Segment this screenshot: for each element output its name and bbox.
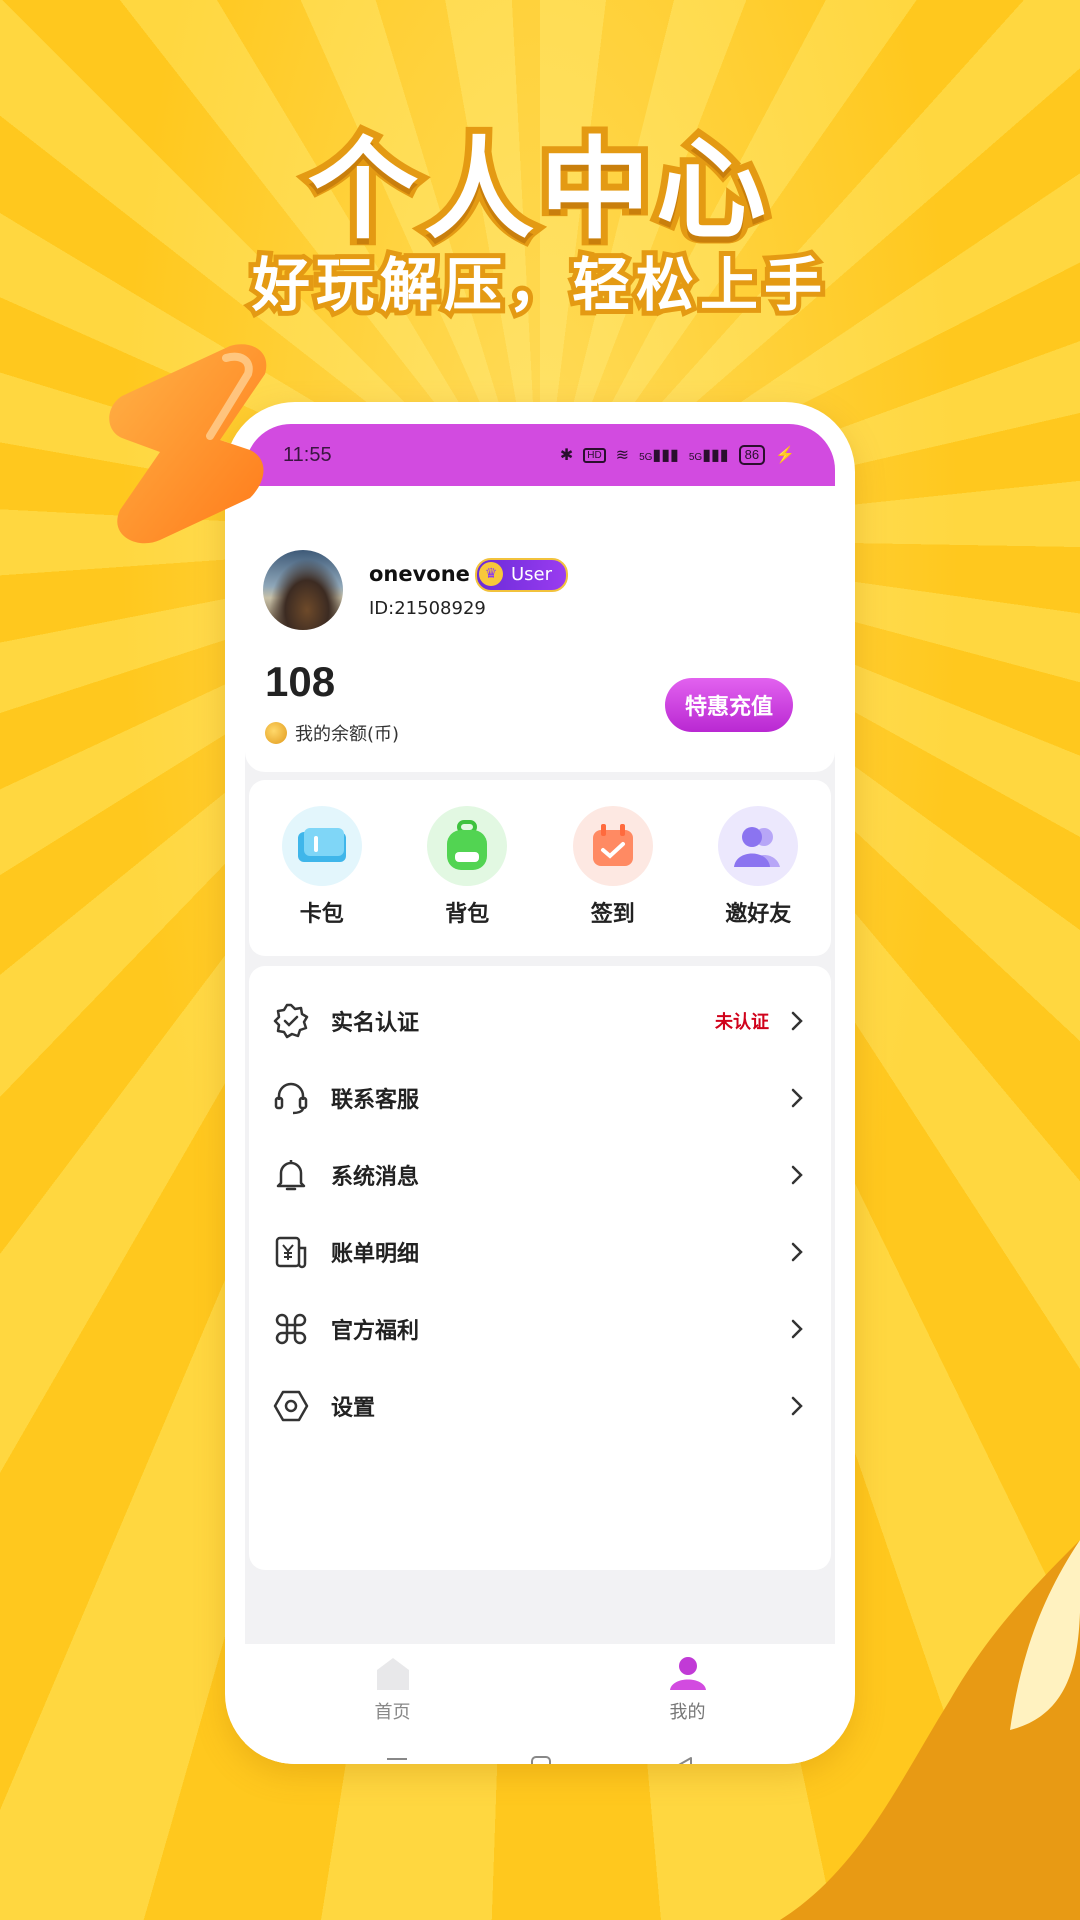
user-badge-label: User (511, 564, 553, 585)
tab-profile[interactable]: 我的 (540, 1644, 835, 1736)
quick-action-checkin[interactable]: 签到 (553, 806, 673, 928)
quick-action-label: 背包 (445, 902, 490, 927)
chevron-right-icon (791, 1011, 803, 1030)
chevron-right-icon (791, 1319, 803, 1338)
recharge-button[interactable]: 特惠充值 (665, 678, 793, 732)
bottom-tab-bar: 首页 我的 (245, 1644, 835, 1736)
tab-home[interactable]: 首页 (245, 1644, 540, 1736)
menu-label: 系统消息 (331, 1164, 420, 1190)
menu-label: 实名认证 (331, 1010, 420, 1036)
status-time: 11:55 (283, 443, 332, 466)
bill-icon (271, 1232, 311, 1272)
tab-label: 我的 (669, 1702, 706, 1723)
chevron-right-icon (791, 1396, 803, 1415)
user-role-badge: ♛ User (475, 558, 569, 592)
menu-item-real-name[interactable]: 实名认证 未认证 (249, 982, 831, 1059)
menu-label: 账单明细 (331, 1241, 420, 1267)
menu-item-system-messages[interactable]: 系统消息 (249, 1136, 831, 1213)
home-icon (376, 1658, 409, 1690)
balance-label-row: 我的余额(币) (265, 720, 399, 746)
chevron-right-icon (791, 1165, 803, 1184)
phone-mockup: 11:55 ✱ HD ≋ 5G▮▮▮ 5G▮▮▮ 86 ⚡ onevone ♛ … (225, 402, 855, 1764)
bell-icon (271, 1155, 311, 1195)
system-nav-bar (245, 1736, 835, 1764)
balance-amount: 108 (265, 658, 336, 705)
card-wallet-icon (281, 806, 362, 886)
invite-friends-icon (718, 806, 799, 886)
wifi-icon: ≋ (615, 447, 630, 464)
lightning-bolt-icon (109, 344, 267, 544)
menu-label: 官方福利 (331, 1318, 420, 1344)
menu-item-settings[interactable]: 设置 (249, 1367, 831, 1444)
menu-label: 设置 (331, 1395, 376, 1421)
avatar[interactable] (263, 550, 343, 630)
calendar-check-icon (572, 806, 653, 886)
username: onevone (369, 562, 470, 586)
balance-label: 我的余额(币) (295, 724, 400, 745)
coin-icon (265, 722, 287, 744)
signal-5g-icon: 5G▮▮▮ (639, 447, 679, 464)
quick-action-card-wallet[interactable]: 卡包 (262, 806, 382, 928)
verification-status: 未认证 (715, 1011, 769, 1033)
headset-icon (271, 1078, 311, 1118)
menu-item-benefits[interactable]: 官方福利 (249, 1290, 831, 1367)
quick-actions: 卡包 背包 签到 邀好友 (249, 780, 831, 956)
promo-title: 个人中心 (301, 119, 773, 261)
menu-item-bills[interactable]: 账单明细 (249, 1213, 831, 1290)
charging-icon: ⚡ (775, 447, 795, 464)
chevron-right-icon (791, 1088, 803, 1107)
battery-icon: 86 (738, 445, 766, 465)
bluetooth-icon: ✱ (559, 447, 574, 464)
settings-hexagon-icon (271, 1386, 311, 1426)
promo-subtitle: 好玩解压，轻松上手 (247, 246, 828, 324)
crown-icon: ♛ (479, 562, 503, 586)
status-icons: ✱ HD ≋ 5G▮▮▮ 5G▮▮▮ 86 ⚡ (560, 445, 795, 465)
back-nav-icon[interactable] (673, 1755, 695, 1764)
quick-action-label: 卡包 (299, 902, 344, 927)
chevron-right-icon (791, 1242, 803, 1261)
quick-action-invite[interactable]: 邀好友 (698, 806, 818, 928)
hd-icon: HD (583, 447, 606, 463)
menu-label: 联系客服 (331, 1087, 420, 1113)
menu-item-customer-service[interactable]: 联系客服 (249, 1059, 831, 1136)
status-bar: 11:55 ✱ HD ≋ 5G▮▮▮ 5G▮▮▮ 86 ⚡ (245, 424, 835, 486)
backpack-icon (427, 806, 508, 886)
quick-action-label: 签到 (590, 902, 635, 927)
signal-5g-icon-2: 5G▮▮▮ (688, 447, 729, 464)
verified-badge-icon (271, 1001, 311, 1041)
command-icon (271, 1309, 311, 1349)
user-id: ID:21508929 (369, 598, 486, 619)
menu-list: 实名认证 未认证 联系客服 系统消息 账单明细 官方福利 设置 (249, 966, 831, 1570)
quick-action-backpack[interactable]: 背包 (407, 806, 527, 928)
menu-nav-icon[interactable] (385, 1756, 409, 1764)
quick-action-label: 邀好友 (725, 902, 792, 927)
tab-label: 首页 (374, 1702, 411, 1723)
home-nav-icon[interactable] (530, 1755, 552, 1764)
app-screen: 11:55 ✱ HD ≋ 5G▮▮▮ 5G▮▮▮ 86 ⚡ onevone ♛ … (245, 424, 835, 1764)
profile-icon (669, 1657, 706, 1690)
profile-card: onevone ♛ User ID:21508929 108 我的余额(币) 特… (245, 486, 835, 772)
